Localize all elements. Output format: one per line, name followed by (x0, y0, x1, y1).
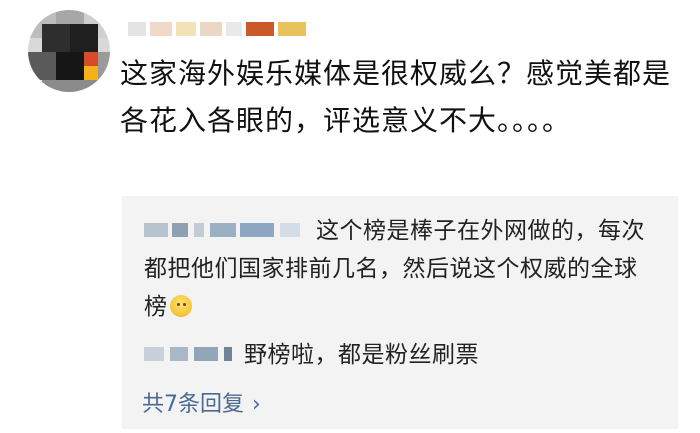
reply-text: 野榜啦，都是粉丝刷票 (244, 342, 479, 368)
avatar[interactable] (28, 10, 110, 92)
view-more-replies-link[interactable]: 共7条回复 › (142, 386, 261, 418)
more-replies-label: 共7条回复 (142, 392, 244, 417)
reply-username-masked[interactable] (144, 218, 312, 242)
comment-text: 这家海外娱乐媒体是很权威么？感觉美都是各花入各眼的，评选意义不大。。。。 (120, 57, 672, 137)
hands-up-emoji-icon (169, 295, 192, 317)
reply-username-masked[interactable] (144, 342, 240, 366)
chevron-right-icon: › (252, 392, 261, 417)
comment-item: 这家海外娱乐媒体是很权威么？感觉美都是各花入各眼的，评选意义不大。。。。 这个榜… (0, 0, 700, 433)
reply-panel: 这个榜是棒子在外网做的，每次都把他们国家排前几名，然后说这个权威的全球榜 野榜啦… (122, 196, 678, 429)
username-masked[interactable] (128, 16, 318, 44)
reply-item[interactable]: 野榜啦，都是粉丝刷票 (144, 336, 659, 374)
reply-item[interactable]: 这个榜是棒子在外网做的，每次都把他们国家排前几名，然后说这个权威的全球榜 (144, 212, 659, 326)
